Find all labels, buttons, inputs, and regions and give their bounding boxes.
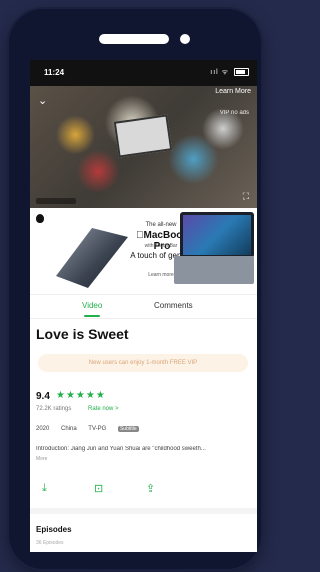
vip-promo-banner[interactable]: New users can enjoy 1-month FREE VIP <box>38 354 248 372</box>
meta-year: 2020 <box>36 426 50 432</box>
battery-icon <box>234 68 249 77</box>
episodes-count: 36 Episodes <box>36 540 64 546</box>
show-introduction: Introduction: Jiang Jun and Yuan Shuai a… <box>36 446 206 452</box>
ad-laptop-image <box>56 228 128 288</box>
phone-camera <box>180 34 190 44</box>
section-divider <box>30 508 257 514</box>
active-tab-indicator <box>84 315 100 317</box>
fullscreen-icon[interactable]: ⛶ <box>243 191 249 202</box>
episodes-title: Episodes <box>36 525 72 534</box>
more-link[interactable]: More <box>36 456 47 462</box>
status-bar: 11:24 ııl ᯤ <box>30 60 257 86</box>
subtitle-badge: Subtitle <box>117 426 139 432</box>
macbook-ad-banner[interactable]: The all-new MacBook Pro with Touch Bar … <box>30 208 257 295</box>
signal-icon: ııl ᯤ <box>210 69 230 76</box>
phone-speaker <box>99 34 169 44</box>
apple-logo-icon <box>36 214 44 223</box>
meta-rating: TV-PG <box>88 426 107 432</box>
video-player[interactable]: ⌄ Learn More VIP no ads ⛶ <box>30 86 257 208</box>
tab-video[interactable]: Video <box>82 301 102 310</box>
video-frame-laptop <box>113 114 173 158</box>
video-progress[interactable] <box>36 198 76 204</box>
chevron-down-icon[interactable]: ⌄ <box>38 94 47 107</box>
share-icon[interactable]: ⇪ <box>146 482 155 495</box>
rating-stars: ★★★★★ <box>56 390 106 401</box>
learn-more-link[interactable]: Learn More <box>215 88 251 95</box>
ratings-count: 72.2K ratings <box>36 406 72 412</box>
ad-open-laptop-image <box>180 212 254 258</box>
show-title: Love is Sweet <box>36 326 129 342</box>
phone-screen: 11:24 ııl ᯤ ⌄ Learn More VIP no ads ⛶ Th… <box>30 60 257 552</box>
status-time: 11:24 <box>44 68 65 77</box>
meta-region: China <box>61 426 77 432</box>
rating-score: 9.4 <box>36 391 50 402</box>
ad-laptop-base <box>174 256 254 284</box>
rate-now-link[interactable]: Rate now > <box>88 406 119 412</box>
download-icon[interactable]: ⤓ <box>42 482 47 495</box>
vip-no-ads-link[interactable]: VIP no ads <box>220 110 249 116</box>
status-icons: ııl ᯤ <box>210 68 249 77</box>
tab-comments[interactable]: Comments <box>154 301 193 310</box>
content-tabs: Video Comments <box>30 296 257 319</box>
bookmark-icon[interactable]: ⊡ <box>94 482 103 495</box>
show-meta: 2020 China TV-PG Subtitle <box>36 426 149 432</box>
